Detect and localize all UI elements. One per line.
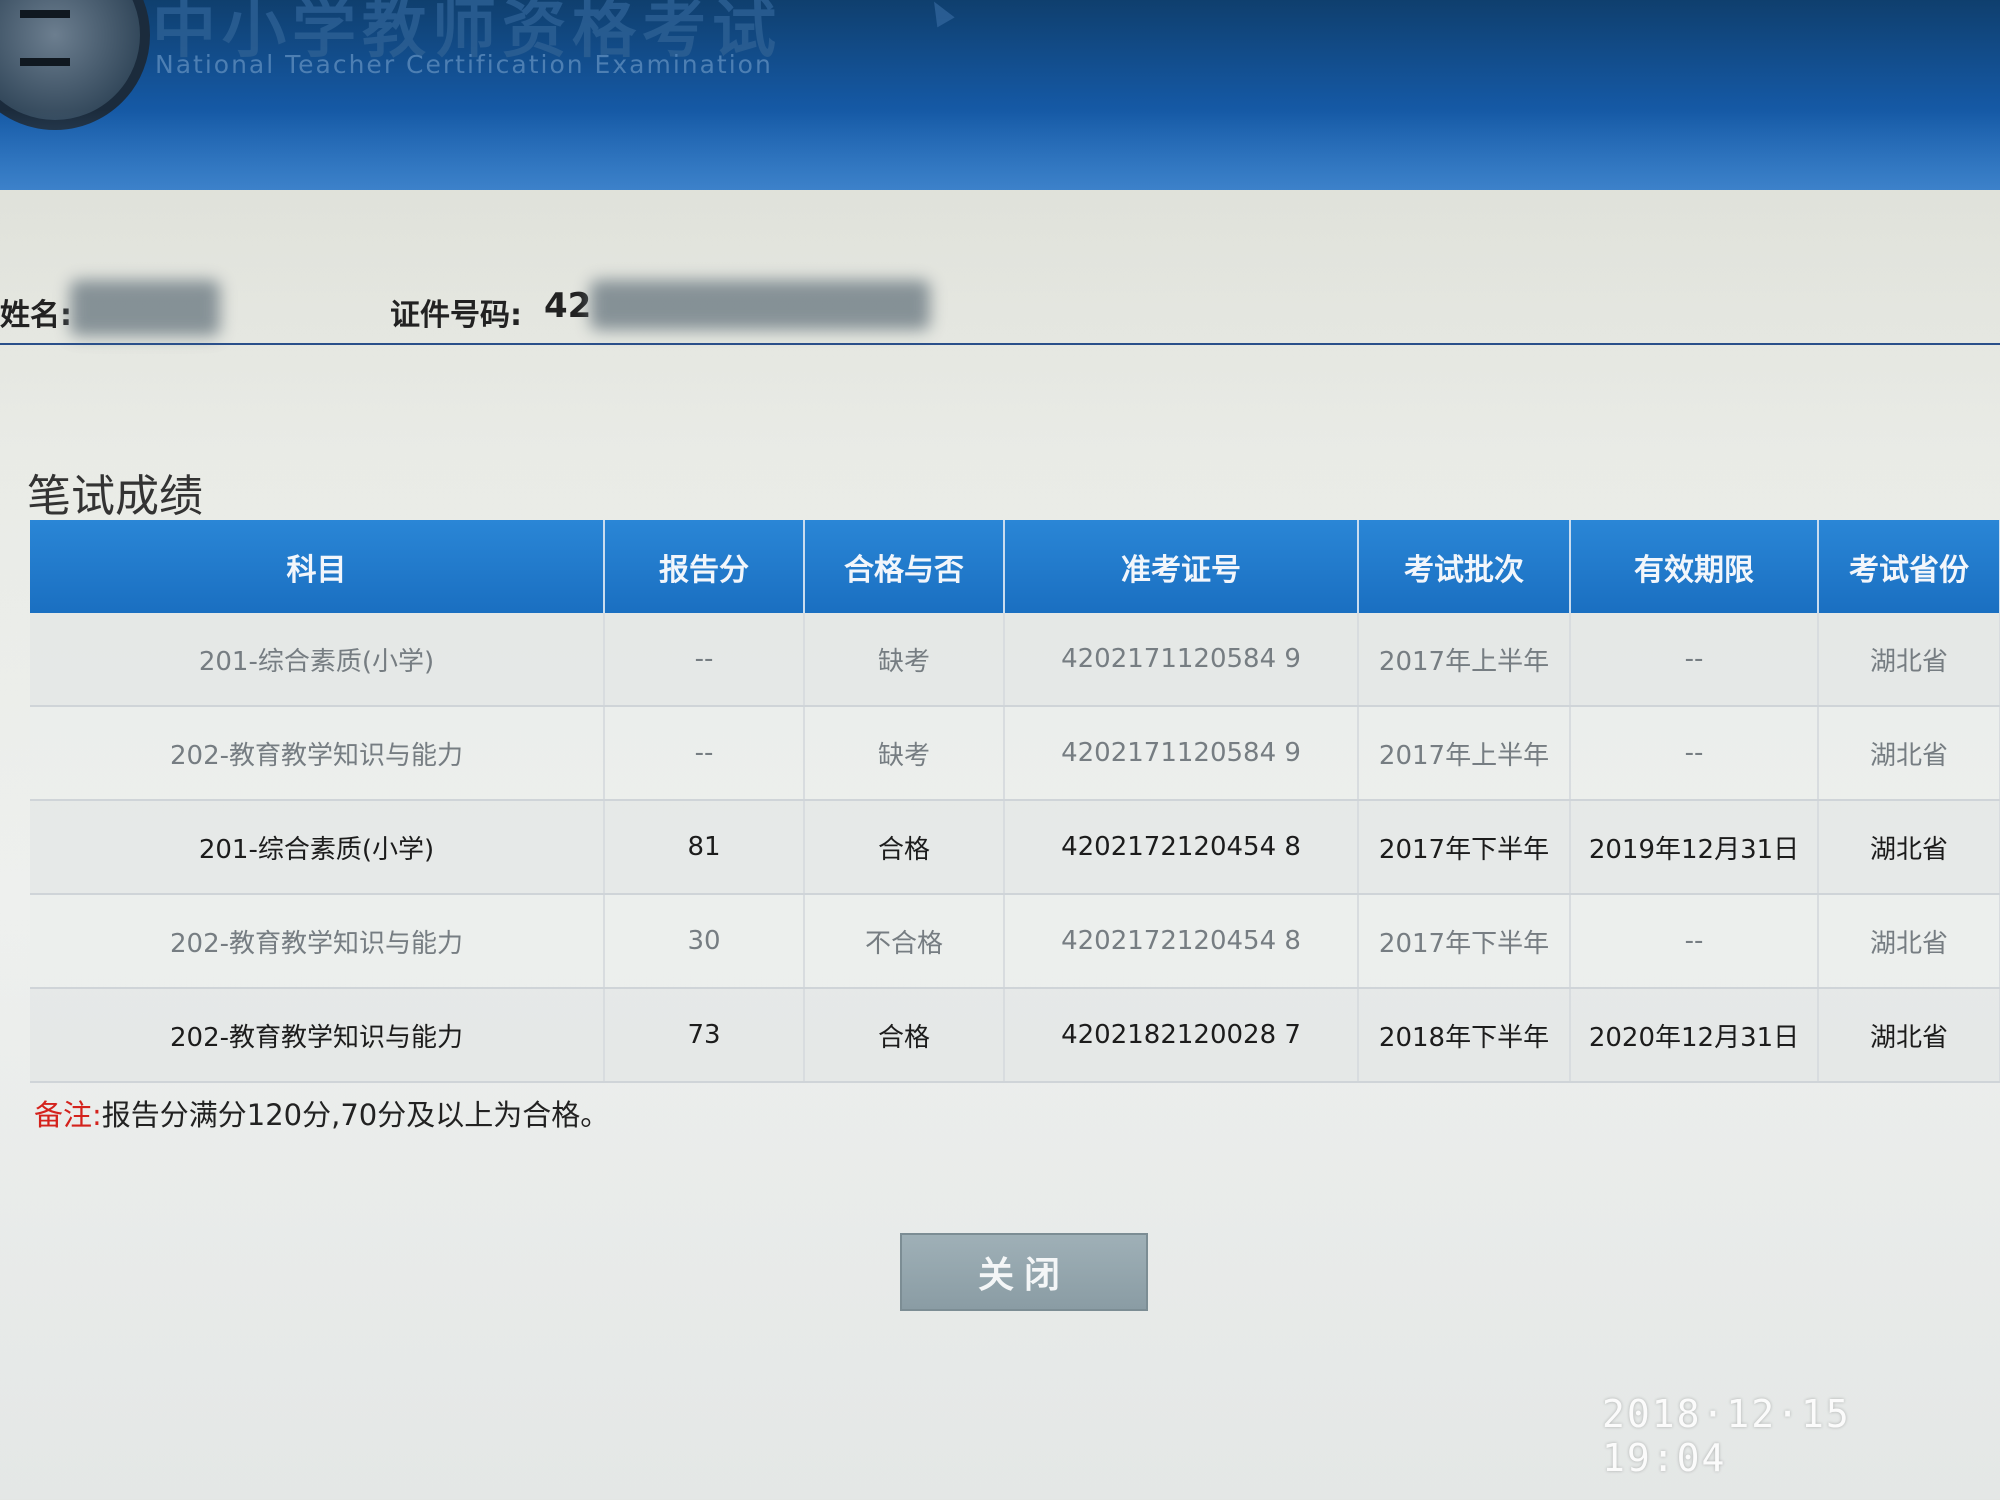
table-row: 202-教育教学知识与能力 -- 缺考 4202171120584 9 2017…	[30, 706, 2000, 801]
cell-subject: 201-综合素质(小学)	[30, 613, 605, 707]
cell-result: 合格	[804, 988, 1005, 1083]
cell-valid-until: 2019年12月31日	[1570, 800, 1819, 895]
note-text: 报告分满分120分,70分及以上为合格。	[101, 1098, 610, 1132]
id-number-value: 42	[544, 286, 592, 326]
id-number-label: 证件号码:	[390, 298, 522, 333]
table-header-row: 科目 报告分 合格与否 准考证号 考试批次 有效期限 考试省份	[30, 520, 2000, 613]
table-row: 202-教育教学知识与能力 73 合格 4202182120028 7 2018…	[30, 988, 2000, 1083]
exam-logo-icon	[0, 0, 150, 130]
photo-timestamp: 2018·12·15 19:04	[1602, 1392, 1851, 1480]
cell-admission-no: 4202172120454 8	[1004, 800, 1359, 895]
cell-province: 湖北省	[1818, 894, 2000, 989]
cell-result: 缺考	[804, 706, 1005, 801]
header-banner: 中小学教师资格考试 National Teacher Certification…	[0, 0, 2000, 190]
cell-result: 不合格	[804, 894, 1005, 989]
cell-result: 缺考	[804, 613, 1005, 707]
cell-subject: 202-教育教学知识与能力	[30, 988, 605, 1083]
cell-admission-no: 4202182120028 7	[1004, 988, 1359, 1083]
cell-province: 湖北省	[1818, 800, 2000, 895]
cell-batch: 2017年下半年	[1358, 894, 1571, 989]
column-header-admission-no: 准考证号	[1004, 520, 1359, 613]
cell-admission-no: 4202172120454 8	[1004, 894, 1359, 989]
cell-subject: 202-教育教学知识与能力	[30, 706, 605, 801]
cell-province: 湖北省	[1818, 613, 2000, 707]
redacted-name	[70, 280, 220, 336]
cell-subject: 202-教育教学知识与能力	[30, 894, 605, 989]
cell-valid-until: --	[1570, 706, 1819, 801]
column-header-batch: 考试批次	[1358, 520, 1571, 613]
table-row: 202-教育教学知识与能力 30 不合格 4202172120454 8 201…	[30, 894, 2000, 989]
mouse-cursor-icon	[925, 0, 955, 28]
cell-admission-no: 4202171120584 9	[1004, 613, 1359, 707]
info-divider	[0, 343, 2000, 345]
cell-valid-until: --	[1570, 894, 1819, 989]
cell-score: --	[604, 613, 805, 707]
name-label: 姓名:	[0, 298, 72, 333]
redacted-id-number	[590, 280, 930, 330]
cell-result: 合格	[804, 800, 1005, 895]
cell-valid-until: --	[1570, 613, 1819, 707]
column-header-score: 报告分	[604, 520, 805, 613]
cell-batch: 2018年下半年	[1358, 988, 1571, 1083]
cell-province: 湖北省	[1818, 706, 2000, 801]
cell-score: --	[604, 706, 805, 801]
cell-score: 73	[604, 988, 805, 1083]
cell-admission-no: 4202171120584 9	[1004, 706, 1359, 801]
cell-batch: 2017年上半年	[1358, 613, 1571, 707]
cell-batch: 2017年下半年	[1358, 800, 1571, 895]
score-note: 备注:报告分满分120分,70分及以上为合格。	[34, 1092, 609, 1134]
column-header-subject: 科目	[30, 520, 605, 613]
site-subtitle: National Teacher Certification Examinati…	[155, 50, 773, 79]
candidate-info: 姓名: 证件号码: 42	[0, 280, 2000, 340]
cell-subject: 201-综合素质(小学)	[30, 800, 605, 895]
cell-valid-until: 2020年12月31日	[1570, 988, 1819, 1083]
column-header-province: 考试省份	[1818, 520, 2000, 613]
close-button[interactable]: 关闭	[900, 1233, 1148, 1311]
book-icon	[20, 10, 70, 66]
cell-score: 30	[604, 894, 805, 989]
cell-score: 81	[604, 800, 805, 895]
table-row: 201-综合素质(小学) 81 合格 4202172120454 8 2017年…	[30, 800, 2000, 895]
column-header-result: 合格与否	[804, 520, 1005, 613]
section-title: 笔试成绩	[27, 471, 203, 522]
cell-province: 湖北省	[1818, 988, 2000, 1083]
column-header-valid-until: 有效期限	[1570, 520, 1819, 613]
note-label: 备注:	[34, 1098, 102, 1132]
written-exam-score-table: 科目 报告分 合格与否 准考证号 考试批次 有效期限 考试省份 201-综合素质…	[30, 520, 2000, 1083]
cell-batch: 2017年上半年	[1358, 706, 1571, 801]
table-row: 201-综合素质(小学) -- 缺考 4202171120584 9 2017年…	[30, 613, 2000, 707]
